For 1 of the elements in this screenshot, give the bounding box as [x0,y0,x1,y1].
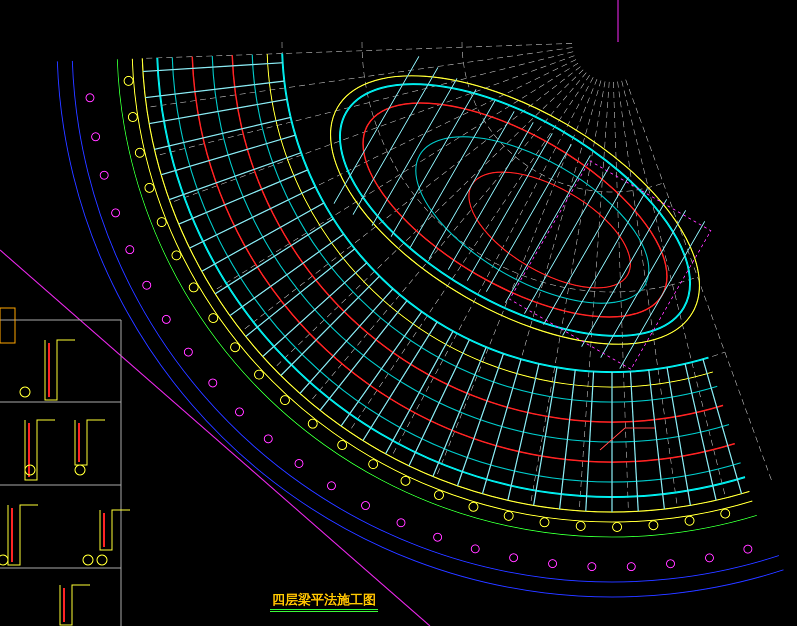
drawing-title: 四层梁平法施工图 [270,593,378,612]
